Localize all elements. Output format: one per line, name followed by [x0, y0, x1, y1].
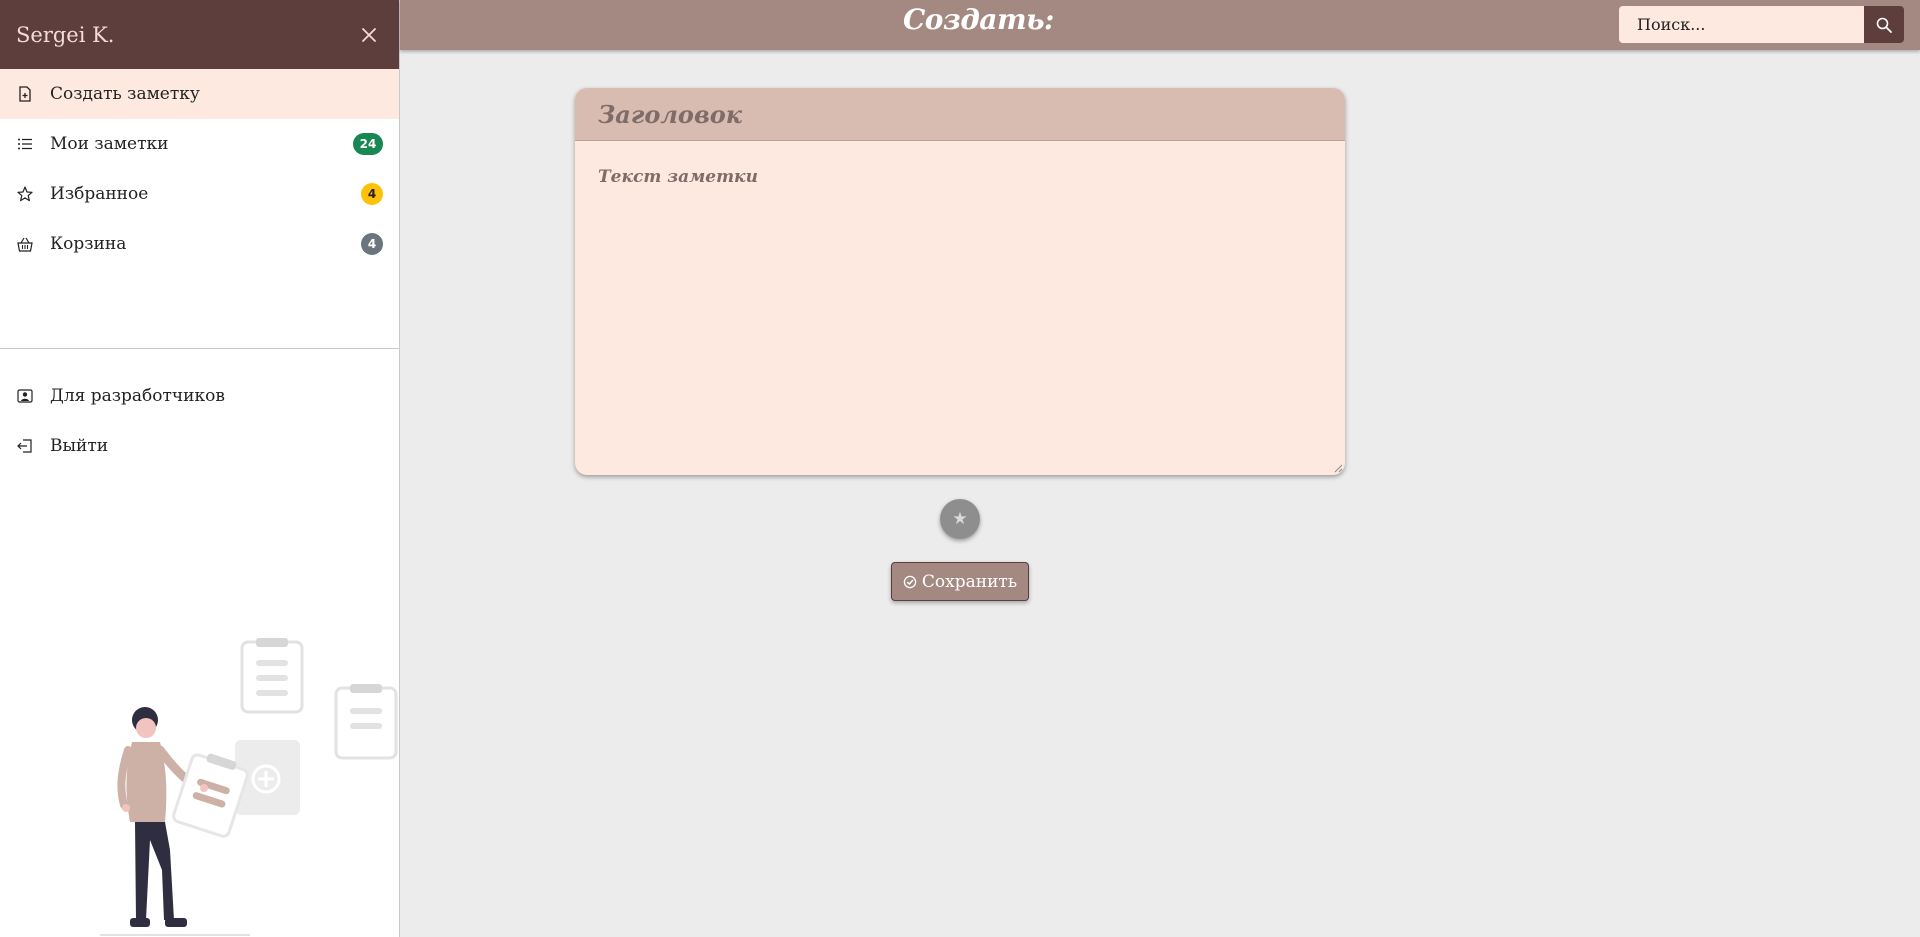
basket-icon [16, 235, 34, 253]
logout-icon [16, 437, 34, 455]
sidebar-item-label: Создать заметку [50, 84, 200, 104]
note-body-textarea[interactable]: Текст заметки [575, 141, 1345, 475]
sidebar-item-trash[interactable]: Корзина 4 [0, 219, 399, 269]
person-badge-icon [16, 387, 34, 405]
resize-handle-icon[interactable] [1333, 463, 1343, 473]
favorite-toggle-button[interactable]: ★ [940, 499, 980, 539]
sidebar-header: Sergei K. [0, 0, 399, 69]
note-title-input[interactable]: Заголовок [575, 88, 1345, 141]
sidebar-item-label: Корзина [50, 234, 127, 254]
sidebar-item-create-note[interactable]: Создать заметку [0, 69, 399, 119]
file-plus-icon [16, 85, 34, 103]
sidebar-item-label: Выйти [50, 436, 109, 456]
sidebar-item-developers[interactable]: Для разработчиков [0, 371, 399, 421]
trash-count-badge: 4 [361, 233, 383, 255]
page-title: Создать: [903, 3, 1054, 36]
save-button-label: Сохранить [921, 571, 1018, 592]
sidebar-item-label: Для разработчиков [50, 386, 225, 406]
topbar: Создать: [400, 0, 1920, 50]
sidebar-nav: Создать заметку Мои заметки 24 Избранное… [0, 69, 399, 269]
sidebar-item-my-notes[interactable]: Мои заметки 24 [0, 119, 399, 169]
notes-illustration [100, 638, 398, 936]
sidebar-secondary-nav: Для разработчиков Выйти [0, 371, 399, 471]
app: Sergei K. Создать заметку Мои заметки 24 [0, 0, 1920, 937]
note-body-placeholder: Текст заметки [598, 167, 758, 187]
search-bar [1619, 6, 1904, 43]
sidebar-item-logout[interactable]: Выйти [0, 421, 399, 471]
close-sidebar-button[interactable] [355, 21, 383, 49]
close-icon [362, 27, 376, 42]
sidebar: Sergei K. Создать заметку Мои заметки 24 [0, 0, 400, 937]
search-input[interactable] [1619, 6, 1864, 43]
list-icon [16, 135, 34, 153]
sidebar-item-label: Избранное [50, 184, 149, 204]
star-icon [16, 185, 34, 203]
check-circle-icon [903, 575, 917, 588]
sidebar-item-label: Мои заметки [50, 134, 169, 154]
star-icon: ★ [952, 509, 968, 529]
search-icon [1876, 17, 1892, 33]
search-button[interactable] [1864, 6, 1904, 43]
note-editor: Заголовок Текст заметки [575, 88, 1345, 475]
user-name: Sergei K. [16, 22, 115, 47]
sidebar-item-favorites[interactable]: Избранное 4 [0, 169, 399, 219]
sidebar-divider [0, 269, 399, 349]
notes-count-badge: 24 [353, 133, 383, 155]
save-button[interactable]: Сохранить [891, 562, 1029, 601]
favorites-count-badge: 4 [361, 183, 383, 205]
